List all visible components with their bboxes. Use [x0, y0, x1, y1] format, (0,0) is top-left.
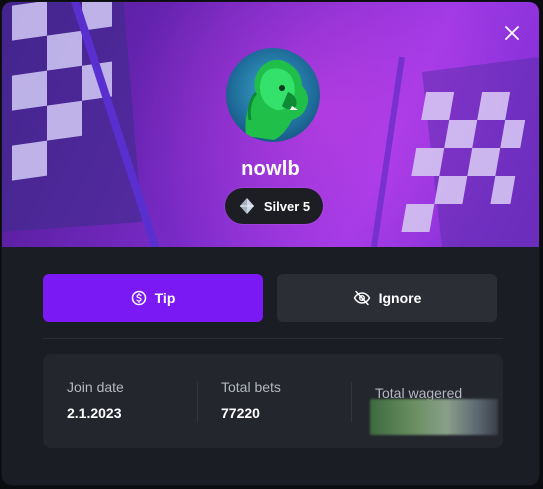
diamond-rank-icon [239, 198, 254, 214]
avatar [226, 48, 320, 142]
tip-button[interactable]: Tip [43, 274, 263, 322]
stat-separator [197, 382, 198, 422]
profile-banner: nowlb Silver 5 [2, 2, 539, 247]
stat-join-date: Join date 2.1.2023 [67, 354, 197, 448]
total-bets-label: Total bets [221, 379, 281, 395]
user-profile-modal: nowlb Silver 5 Tip Ignore Join date 2.1.… [2, 2, 539, 485]
rank-badge: Silver 5 [225, 188, 323, 224]
total-wagered-value-redacted [370, 399, 498, 435]
join-date-label: Join date [67, 379, 124, 395]
total-bets-value: 77220 [221, 405, 260, 421]
ignore-button[interactable]: Ignore [277, 274, 497, 322]
username: nowlb [241, 158, 300, 180]
section-divider [43, 338, 503, 339]
stats-card: Join date 2.1.2023 Total bets 77220 Tota… [43, 354, 503, 448]
rank-label: Silver 5 [263, 198, 311, 214]
close-button[interactable] [501, 22, 523, 44]
join-date-value: 2.1.2023 [67, 405, 122, 421]
stat-separator [351, 382, 352, 422]
eye-off-icon [353, 290, 370, 306]
green-lion-avatar-icon [245, 59, 309, 141]
ignore-button-label: Ignore [378, 290, 422, 306]
dollar-coin-icon [131, 290, 146, 306]
stat-total-bets: Total bets 77220 [221, 354, 351, 448]
close-icon [505, 26, 519, 40]
tip-button-label: Tip [154, 290, 176, 306]
